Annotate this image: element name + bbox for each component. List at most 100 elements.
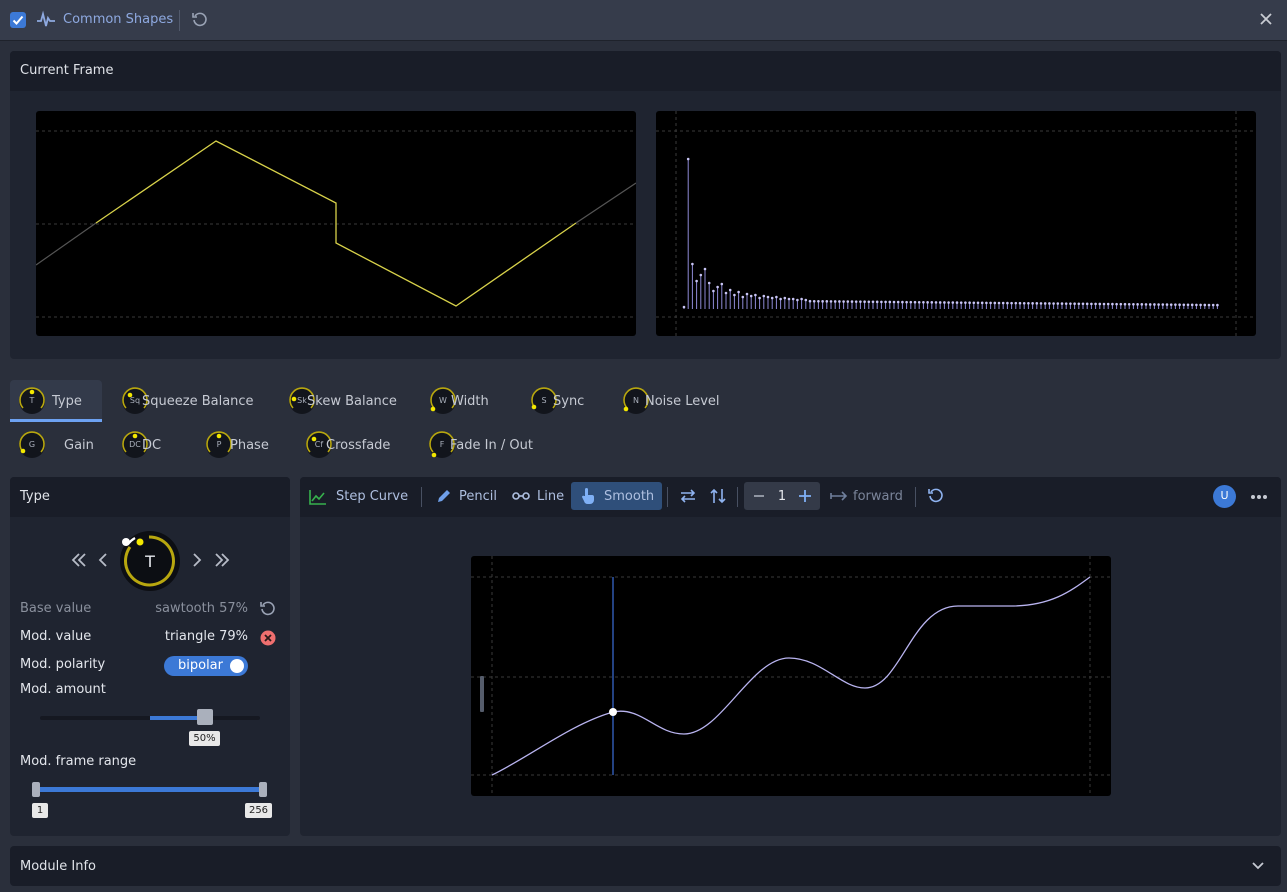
spectrum-peak — [1035, 302, 1039, 305]
direction-label[interactable]: forward — [853, 489, 903, 504]
frame-range-end-handle[interactable] — [259, 782, 267, 797]
spectrum-peak — [909, 300, 913, 304]
swap-vertical-icon[interactable] — [709, 487, 727, 505]
spectrum-peak — [838, 300, 841, 303]
stepper-value[interactable]: 1 — [770, 489, 794, 504]
module-info-panel[interactable]: Module Info — [10, 846, 1281, 886]
spectrum-peak — [1211, 303, 1215, 307]
parameter-tab-sync[interactable]: S Sync — [522, 380, 602, 422]
spectrum-peak — [1203, 303, 1207, 307]
parameter-tab-noise-level[interactable]: N Noise Level — [614, 380, 744, 422]
spectrum-peak — [917, 300, 921, 304]
spectrum-peak — [691, 262, 694, 266]
parameter-tab-squeeze-balance[interactable]: Sq Squeeze Balance — [113, 380, 263, 422]
spectrum-peak — [951, 301, 955, 304]
spectrum-peak — [863, 300, 866, 304]
spectrum-peak — [922, 300, 925, 304]
frame-range-end: 256 — [245, 803, 272, 818]
remove-mod-icon[interactable] — [260, 630, 276, 646]
spectrum-peak — [703, 267, 707, 271]
first-frame-icon[interactable] — [70, 551, 88, 569]
spectrum-peak — [762, 294, 766, 298]
parameter-tab-fade-in-out[interactable]: F Fade In / Out — [420, 424, 550, 466]
base-value-label: Base value — [20, 601, 92, 616]
parameter-knob[interactable]: P — [205, 431, 233, 463]
previous-frame-icon[interactable] — [96, 551, 110, 569]
spectrum-peak — [1022, 301, 1026, 305]
spectrum-peak — [1199, 303, 1202, 307]
spectrum-peak — [859, 300, 862, 303]
spectrum-peak — [892, 300, 896, 304]
spectrum-peak — [938, 301, 942, 304]
parameter-knob[interactable]: G — [18, 431, 46, 463]
module-info-title: Module Info — [20, 859, 97, 874]
base-value-reset-icon[interactable] — [259, 600, 277, 618]
next-frame-icon[interactable] — [190, 551, 204, 569]
undo-icon[interactable] — [927, 487, 945, 505]
mod-polarity-toggle[interactable]: bipolar — [164, 656, 248, 676]
parameter-label: Fade In / Out — [450, 438, 533, 453]
mod-value: triangle 79% — [164, 629, 248, 644]
smooth-button[interactable]: Smooth — [571, 482, 662, 510]
type-big-knob[interactable]: T — [119, 530, 181, 592]
step-curve-icon[interactable] — [309, 489, 327, 505]
last-frame-icon[interactable] — [213, 551, 231, 569]
parameter-label: DC — [142, 438, 162, 453]
spectrum-peak — [997, 301, 1001, 305]
spectrum-peak — [833, 300, 837, 303]
spectrum-peak — [712, 289, 715, 293]
frame-range-slider[interactable] — [32, 782, 267, 797]
spectrum-peak — [875, 300, 879, 304]
spectrum-peak — [1207, 303, 1211, 307]
mod-amount-handle[interactable] — [197, 709, 213, 725]
enable-checkbox[interactable] — [10, 12, 26, 28]
parameter-tab-type[interactable]: T Type — [10, 380, 102, 422]
spectrum-peak — [888, 300, 892, 304]
parameter-tab-skew-balance[interactable]: Sk Skew Balance — [280, 380, 415, 422]
curve-editor-canvas[interactable] — [471, 556, 1111, 796]
spectrum-peak — [800, 297, 803, 301]
close-icon[interactable] — [1259, 12, 1273, 26]
mod-value-label: Mod. value — [20, 629, 92, 644]
more-options-icon[interactable] — [1250, 494, 1268, 500]
knob-abbreviation: T — [29, 396, 35, 405]
swap-horizontal-icon[interactable] — [679, 488, 697, 504]
spectrum-peak — [775, 295, 778, 299]
line-icon[interactable] — [512, 490, 530, 502]
parameter-knob[interactable]: T — [18, 387, 46, 419]
parameter-tab-dc[interactable]: DC DC — [113, 424, 188, 466]
spectrum-peak — [829, 300, 833, 303]
waveform-icon — [37, 10, 55, 27]
parameter-tab-phase[interactable]: P Phase — [197, 424, 282, 466]
parameter-tab-crossfade[interactable]: Cf Crossfade — [297, 424, 412, 466]
spectrum-peak — [934, 301, 938, 304]
plus-icon[interactable] — [798, 489, 812, 503]
spectrum-peak — [930, 301, 934, 304]
parameter-tab-width[interactable]: W Width — [421, 380, 511, 422]
arrow-right-icon[interactable] — [830, 490, 848, 502]
spectrum-peak — [959, 301, 963, 304]
mod-amount-slider[interactable] — [40, 709, 260, 725]
spectrum-peak — [1182, 303, 1186, 307]
spectrum-peak — [1056, 302, 1060, 305]
pencil-button[interactable]: Pencil — [459, 489, 497, 504]
step-curve-button[interactable]: Step Curve — [336, 489, 408, 504]
user-badge[interactable]: U — [1213, 485, 1236, 508]
line-button[interactable]: Line — [537, 489, 564, 504]
pencil-icon[interactable] — [436, 488, 452, 504]
reset-icon[interactable] — [191, 11, 209, 29]
minus-icon[interactable] — [753, 491, 765, 501]
spectrum-peak — [728, 288, 732, 292]
frame-range-start-handle[interactable] — [32, 782, 40, 797]
knob-abbreviation: G — [28, 440, 36, 449]
spectrum-peak — [905, 300, 908, 304]
spectrum-peak — [720, 282, 724, 286]
spectrum-display[interactable] — [656, 111, 1256, 336]
parameter-tab-gain[interactable]: G Gain — [10, 424, 94, 466]
waveform-display[interactable] — [36, 111, 636, 336]
parameter-label: Noise Level — [645, 394, 720, 409]
spectrum-peak — [1186, 303, 1190, 307]
spectrum-peak — [791, 297, 795, 301]
spectrum-peak — [1043, 302, 1047, 305]
spectrum-peak — [1169, 303, 1173, 306]
